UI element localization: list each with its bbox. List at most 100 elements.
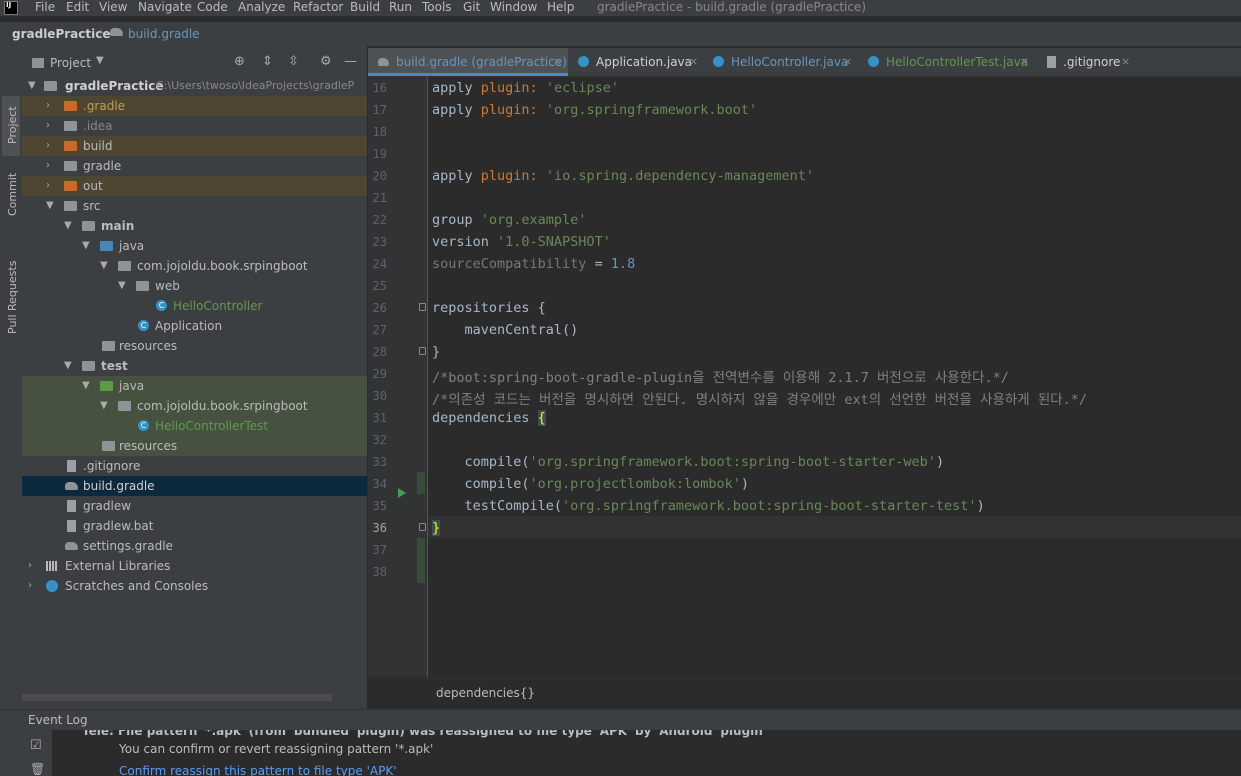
expand-all-icon[interactable]: ⇕ — [262, 54, 273, 69]
gradle-icon — [65, 482, 78, 490]
run-icon[interactable] — [398, 488, 406, 498]
tab-application-java[interactable]: Application.java × — [570, 48, 700, 76]
event-log-message: Tele: File pattern '*.apk' (from 'bundle… — [82, 730, 763, 738]
mark-read-icon[interactable]: ☑ — [30, 738, 42, 753]
tree-item-scratches[interactable]: › Scratches and Consoles — [22, 576, 367, 596]
code-token: compile( — [432, 454, 530, 470]
tree-item-gradle[interactable]: › gradle — [22, 156, 367, 176]
breadcrumb-file[interactable]: build.gradle — [128, 27, 200, 41]
tree-item-application[interactable]: C Application — [22, 316, 367, 336]
code-token: repositories { — [432, 300, 546, 316]
tree-item-test-package[interactable]: ▼ com.jojoldu.book.srpingboot — [22, 396, 367, 416]
tree-item-main-package[interactable]: ▼ com.jojoldu.book.srpingboot — [22, 256, 367, 276]
tree-item-gitignore[interactable]: .gitignore — [22, 456, 367, 476]
menu-build[interactable]: Build — [350, 0, 380, 15]
code-token: mavenCentral() — [432, 322, 579, 338]
tree-item-root[interactable]: ▼ gradlePractice C:\Users\twoso\IdeaProj… — [22, 76, 367, 96]
code-line: } — [432, 344, 440, 360]
fold-icon[interactable] — [419, 303, 426, 311]
confirm-reassign-link[interactable]: Confirm reassign this pattern to file ty… — [119, 764, 397, 776]
locate-icon[interactable]: ⊕ — [234, 54, 245, 69]
tool-tab-pull-requests[interactable]: Pull Requests — [2, 246, 20, 346]
chevron-down-icon[interactable]: ▼ — [96, 55, 104, 66]
menu-tools[interactable]: Tools — [422, 0, 452, 15]
tree-item-hellocontrollertest[interactable]: C HelloControllerTest — [22, 416, 367, 436]
tree-item-test-java[interactable]: ▼ java — [22, 376, 367, 396]
tree-item-build[interactable]: › build — [22, 136, 367, 156]
close-icon[interactable]: × — [553, 48, 562, 76]
tool-tab-commit[interactable]: Commit — [2, 164, 20, 234]
menu-edit[interactable]: Edit — [66, 0, 89, 15]
tree-item-main-java[interactable]: ▼ java — [22, 236, 367, 256]
code-token: version — [432, 234, 498, 250]
tree-item-build-gradle[interactable]: build.gradle — [22, 476, 367, 496]
line-number: 38 — [372, 565, 387, 579]
project-panel: Project ▼ ⊕ ⇕ ⇳ ⚙ — ▼ gradlePractice C:\… — [22, 46, 367, 709]
intellij-logo-icon: IJ — [4, 1, 18, 15]
close-icon[interactable]: × — [1121, 48, 1130, 76]
tree-item-main-resources[interactable]: resources — [22, 336, 367, 356]
tree-item-src[interactable]: ▼ src — [22, 196, 367, 216]
fold-icon[interactable] — [419, 347, 426, 355]
code-editor[interactable]: apply plugin: 'eclipse' apply plugin: 'or… — [428, 77, 1241, 677]
tree-item-test-resources[interactable]: resources — [22, 436, 367, 456]
folder-icon — [32, 58, 44, 68]
menu-analyze[interactable]: Analyze — [238, 0, 285, 15]
tree-item-gradlew[interactable]: gradlew — [22, 496, 367, 516]
fold-icon[interactable] — [419, 523, 426, 531]
tab-hellocontrollertest-java[interactable]: HelloControllerTest.java × — [860, 48, 1036, 76]
tree-label: External Libraries — [65, 559, 171, 573]
line-number: 16 — [372, 81, 387, 95]
menu-refactor[interactable]: Refactor — [293, 0, 343, 15]
menu-git[interactable]: Git — [463, 0, 480, 15]
tree-item-settings-gradle[interactable]: settings.gradle — [22, 536, 367, 556]
scratch-icon — [46, 580, 58, 592]
tab-hellocontroller-java[interactable]: HelloController.java × — [705, 48, 857, 76]
tree-item-dot-gradle[interactable]: › .gradle — [22, 96, 367, 116]
tree-label: .idea — [83, 119, 113, 133]
code-token: plugin: — [480, 168, 546, 184]
close-icon[interactable]: × — [1020, 48, 1029, 76]
tree-item-idea[interactable]: › .idea — [22, 116, 367, 136]
menu-code[interactable]: Code — [197, 0, 228, 15]
tree-label: java — [119, 239, 145, 253]
tab-build-gradle[interactable]: build.gradle (gradlePractice) × — [368, 48, 568, 76]
close-icon[interactable]: × — [843, 48, 852, 76]
menu-help[interactable]: Help — [547, 0, 574, 15]
code-token: apply — [432, 80, 481, 96]
menu-navigate[interactable]: Navigate — [138, 0, 192, 15]
trash-icon[interactable]: 🗑 — [30, 762, 45, 776]
line-number: 31 — [372, 411, 387, 425]
tree-item-web[interactable]: ▼ web — [22, 276, 367, 296]
collapse-all-icon[interactable]: ⇳ — [288, 54, 299, 69]
breadcrumb-dependencies[interactable]: dependencies{} — [436, 686, 535, 700]
tree-item-test[interactable]: ▼ test — [22, 356, 367, 376]
horizontal-scrollbar[interactable] — [22, 694, 332, 701]
line-number: 32 — [372, 433, 387, 447]
menu-file[interactable]: File — [35, 0, 55, 15]
tab-label: HelloController.java — [731, 55, 849, 69]
tree-item-gradlew-bat[interactable]: gradlew.bat — [22, 516, 367, 536]
line-number: 21 — [372, 191, 387, 205]
tree-item-hellocontroller[interactable]: C HelloController — [22, 296, 367, 316]
file-icon — [67, 500, 76, 512]
tab-gitignore[interactable]: .gitignore × — [1041, 48, 1141, 76]
menu-window[interactable]: Window — [490, 0, 537, 15]
code-line: /*의존성 코드는 버전을 명시하면 안된다. 명시하지 않을 경우에만 ext… — [432, 388, 1087, 408]
hide-icon[interactable]: — — [344, 54, 357, 69]
tree-item-external-libraries[interactable]: › External Libraries — [22, 556, 367, 576]
gradle-icon — [378, 58, 389, 66]
tree-label: resources — [119, 439, 178, 453]
breadcrumb-project[interactable]: gradlePractice — [12, 27, 110, 41]
close-icon[interactable]: × — [689, 48, 698, 76]
menu-run[interactable]: Run — [389, 0, 412, 15]
menu-view[interactable]: View — [99, 0, 127, 15]
tree-item-out[interactable]: › out — [22, 176, 367, 196]
class-icon — [713, 56, 724, 67]
tree-item-main[interactable]: ▼ main — [22, 216, 367, 236]
tree-label: HelloControllerTest — [155, 419, 269, 433]
tab-label: HelloControllerTest.java — [886, 55, 1029, 69]
gear-icon[interactable]: ⚙ — [320, 54, 332, 69]
project-view-selector[interactable]: Project — [50, 56, 91, 70]
tool-tab-project[interactable]: Project — [2, 96, 20, 156]
